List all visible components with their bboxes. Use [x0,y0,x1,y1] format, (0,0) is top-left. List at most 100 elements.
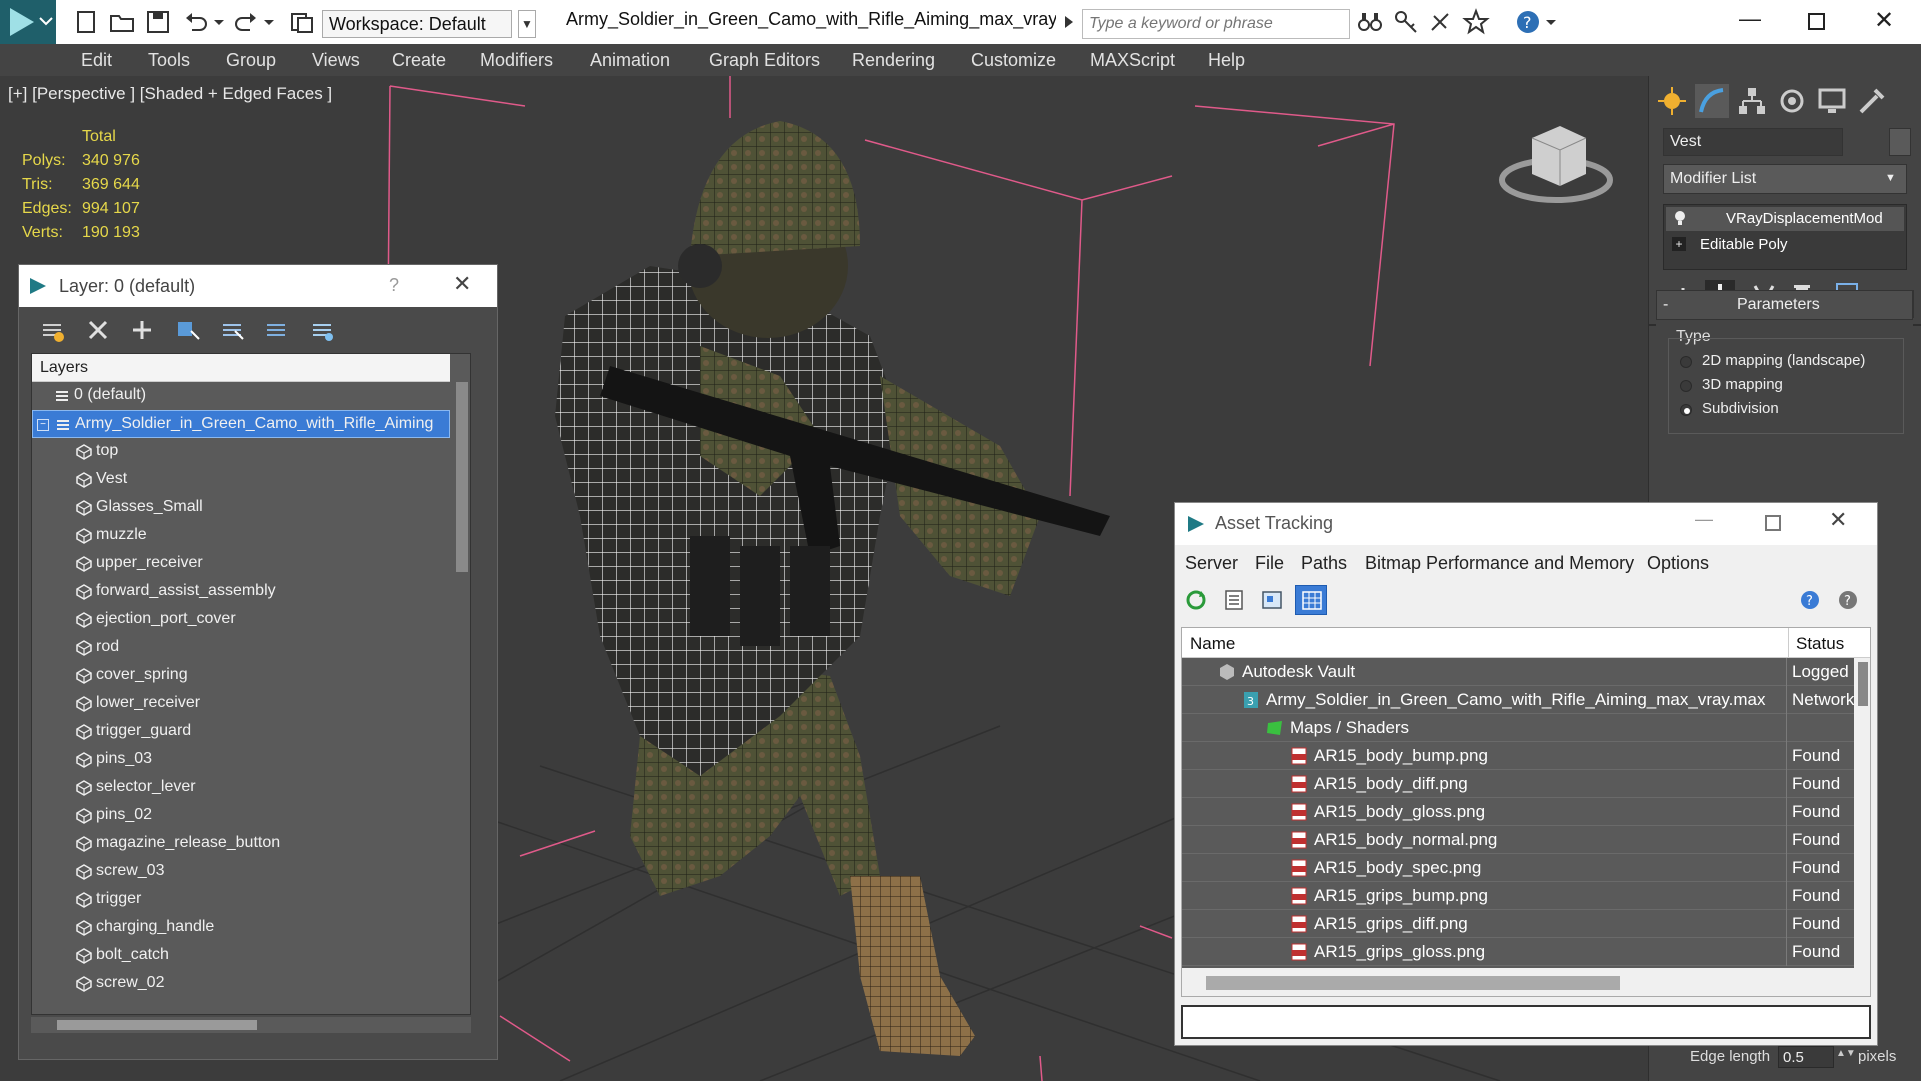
object-color-swatch[interactable] [1889,128,1911,156]
object-row[interactable]: magazine_release_button [32,830,450,858]
object-row[interactable]: Vest [32,466,450,494]
menu-rendering[interactable]: Rendering [852,50,935,71]
hierarchy-tab-icon[interactable] [1735,84,1769,118]
object-row[interactable]: bolt_catch [32,942,450,970]
asset-row[interactable]: AR15_body_spec.png Found [1182,854,1854,882]
new-file-icon[interactable] [72,8,100,36]
asset-info-icon[interactable]: ? [1835,587,1861,613]
collapse-icon[interactable]: − [37,419,49,431]
utilities-tab-icon[interactable] [1855,84,1889,118]
menu-graph-editors[interactable]: Graph Editors [709,50,820,71]
hide-all-layers-icon[interactable] [263,317,289,343]
asset-row[interactable]: AR15_body_diff.png Found [1182,770,1854,798]
highlight-layer-icon[interactable] [219,317,245,343]
parameters-rollout[interactable]: - Parameters [1656,290,1913,320]
asset-menu-file[interactable]: File [1255,553,1284,574]
radio-dot[interactable] [1680,380,1692,392]
workspace-dropdown-caret-icon[interactable]: ▼ [518,10,536,38]
asset-hscroll-thumb[interactable] [1206,976,1620,990]
object-row[interactable]: lower_receiver [32,690,450,718]
layer-tree-scroll-thumb[interactable] [456,382,468,572]
asset-row[interactable]: AR15_grips_gloss.png Found [1182,938,1854,966]
object-row[interactable]: top [32,438,450,466]
modifier-stack[interactable]: VRayDisplacementMod + Editable Poly [1663,204,1907,270]
asset-maximize-icon[interactable] [1765,515,1781,531]
menu-views[interactable]: Views [312,50,360,71]
object-row[interactable]: rod [32,634,450,662]
minimize-icon[interactable]: — [1732,6,1768,38]
modifier-list-dropdown[interactable]: Modifier List [1663,164,1907,194]
menu-tools[interactable]: Tools [148,50,190,71]
radio-3d-mapping[interactable]: 3D mapping [1680,376,1910,398]
radio-dot-checked[interactable] [1680,404,1692,416]
menu-maxscript[interactable]: MAXScript [1090,50,1175,71]
project-folder-icon[interactable] [288,8,316,36]
asset-row[interactable]: AR15_body_bump.png Found [1182,742,1854,770]
object-row[interactable]: muzzle [32,522,450,550]
asset-titlebar[interactable]: Asset Tracking — ✕ [1175,503,1877,545]
asset-scroll-thumb[interactable] [1858,662,1868,706]
redo-icon[interactable] [232,8,260,36]
save-icon[interactable] [144,8,172,36]
asset-table-scrollbar[interactable] [1854,658,1870,968]
sign-in-icon[interactable] [1426,8,1454,36]
menu-group[interactable]: Group [226,50,276,71]
parameters-collapse-icon[interactable]: - [1663,296,1668,314]
add-to-layer-icon[interactable] [129,317,155,343]
lightbulb-icon[interactable] [1672,209,1688,225]
layer-row[interactable]: − Army_Soldier_in_Green_Camo_with_Rifle_A… [32,410,450,438]
favorites-star-icon[interactable] [1462,8,1490,36]
layer-tree[interactable]: Layers 0 (default) − Army_Soldier_in_Green… [31,353,471,1015]
viewport-label[interactable]: [+] [Perspective ] [Shaded + Edged Faces… [8,84,332,104]
undo-icon[interactable] [182,8,210,36]
object-row[interactable]: Glasses_Small [32,494,450,522]
table-view-icon[interactable] [1295,585,1327,615]
object-row[interactable]: screw_03 [32,858,450,886]
maximize-icon[interactable] [1798,6,1834,38]
object-row[interactable]: pins_02 [32,802,450,830]
new-layer-icon[interactable] [39,317,65,343]
app-logo-icon[interactable] [0,0,56,44]
close-icon[interactable]: ✕ [1866,6,1902,38]
create-tab-icon[interactable] [1655,84,1689,118]
asset-table[interactable]: Name Status Autodesk Vault Logged 3 Army_So… [1181,627,1871,997]
asset-row[interactable]: AR15_body_gloss.png Found [1182,798,1854,826]
layer-tree-hscrollbar[interactable] [31,1017,471,1033]
asset-menu-paths[interactable]: Paths [1301,553,1347,574]
redo-dropdown-icon[interactable] [262,8,276,36]
spinner-icon[interactable]: ▲▼ [1836,1048,1856,1059]
asset-row[interactable]: AR15_grips_bump.png Found [1182,882,1854,910]
binoculars-icon[interactable] [1356,8,1384,36]
menu-edit[interactable]: Edit [81,50,112,71]
menu-create[interactable]: Create [392,50,446,71]
open-file-icon[interactable] [108,8,136,36]
layer-dialog-titlebar[interactable]: Layer: 0 (default) ? ✕ [19,265,497,307]
layer-row[interactable]: 0 (default) [32,382,450,410]
edge-length-input[interactable]: 0.5 [1778,1046,1834,1068]
object-row[interactable]: charging_handle [32,914,450,942]
layers-column-header[interactable]: Layers [32,354,450,382]
undo-dropdown-icon[interactable] [212,8,226,36]
modifier-list-chevron-down-icon[interactable]: ▼ [1885,172,1903,186]
object-row[interactable]: selector_lever [32,774,450,802]
asset-row[interactable]: AR15_grips_diff.png Found [1182,910,1854,938]
asset-help-icon[interactable]: ? [1797,587,1823,613]
select-objects-icon[interactable] [175,317,201,343]
asset-table-hscrollbar[interactable] [1182,968,1870,996]
workspace-dropdown[interactable]: Workspace: Default [322,10,512,38]
object-row[interactable]: ejection_port_cover [32,606,450,634]
column-name-header[interactable]: Name [1190,634,1235,654]
motion-tab-icon[interactable] [1775,84,1809,118]
layer-dialog-help-icon[interactable]: ? [389,275,399,296]
column-status-header[interactable]: Status [1796,634,1844,654]
object-row[interactable]: pins_03 [32,746,450,774]
asset-close-icon[interactable]: ✕ [1829,507,1847,533]
object-row[interactable]: forward_assist_assembly [32,578,450,606]
menu-help[interactable]: Help [1208,50,1245,71]
asset-row[interactable]: Maps / Shaders [1182,714,1854,742]
delete-layer-icon[interactable] [85,317,111,343]
key-icon[interactable] [1392,8,1420,36]
freeze-all-layers-icon[interactable] [309,317,335,343]
refresh-icon[interactable] [1183,587,1209,613]
modifier-stack-item[interactable]: + Editable Poly [1666,233,1904,257]
